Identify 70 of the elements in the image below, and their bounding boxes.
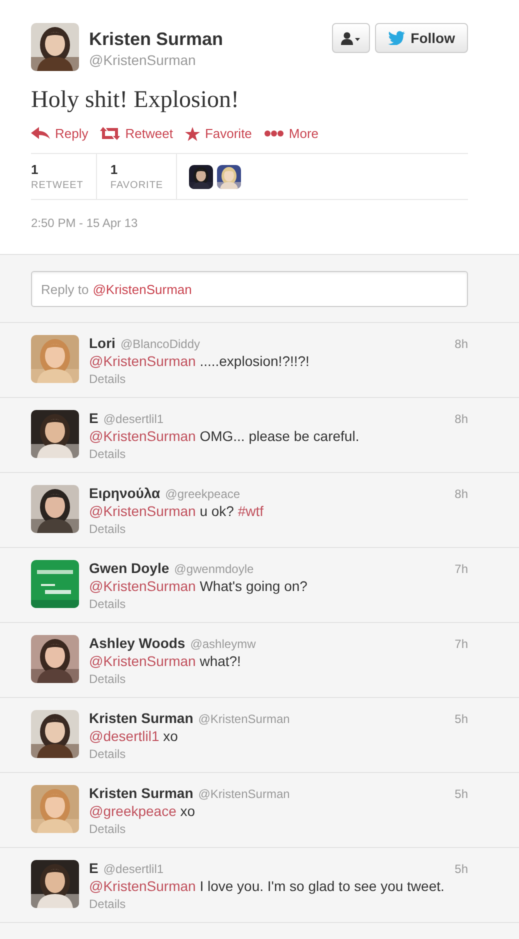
reply-time: 8h [454, 487, 468, 501]
more-dots-icon [264, 130, 284, 137]
reply-time: 8h [454, 412, 468, 426]
star-icon [184, 126, 200, 140]
timestamp: 2:50 PM - 15 Apr 13 [31, 216, 138, 230]
details-link[interactable]: Details [89, 597, 126, 611]
mention-link[interactable]: @KristenSurman [89, 653, 196, 669]
user-handle: @gwenmdoyle [174, 562, 254, 576]
user-name: Gwen Doyle [89, 560, 170, 576]
user-name: Ashley Woods [89, 635, 186, 651]
user-name: E [89, 860, 98, 876]
user-name: Kristen Surman [89, 710, 194, 726]
details-link[interactable]: Details [89, 897, 126, 911]
person-caret-icon [340, 32, 361, 44]
reply-time: 8h [454, 337, 468, 351]
mention-link[interactable]: @KristenSurman [89, 353, 196, 369]
stat-count: 1 [110, 162, 119, 177]
reply-text: @KristenSurman I love you. I'm so glad to see you tweet. [89, 878, 446, 894]
retweet-icon [100, 127, 120, 140]
favorite-link[interactable]: Favorite [184, 126, 252, 141]
details-link[interactable]: Details [89, 672, 126, 686]
tweet-text: Holy shit! Explosion! [31, 87, 240, 114]
user-menu-button[interactable] [332, 23, 370, 53]
reply-time: 7h [454, 637, 468, 651]
reply-text: @KristenSurman What's going on? [89, 578, 308, 594]
reply-text: @greekpeace xo [89, 803, 196, 819]
stat-count: 1 [31, 162, 40, 177]
details-link[interactable]: Details [89, 372, 126, 386]
user-handle: @KristenSurman [198, 712, 290, 726]
mention-link[interactable]: @desertlil1 [89, 728, 160, 744]
stat-label: FAVORITE [110, 180, 164, 191]
reply-text: @KristenSurman u ok? #wtf [89, 503, 265, 519]
retweet-link[interactable]: Retweet [100, 126, 173, 141]
user-name: Lori [89, 335, 116, 351]
author-name: Kristen Surman [89, 29, 224, 50]
reply-text: @desertlil1 xo [89, 728, 179, 744]
reply-link[interactable]: Reply [31, 126, 88, 141]
details-link[interactable]: Details [89, 822, 126, 836]
user-name: E [89, 410, 98, 426]
user-handle: @desertlil1 [103, 412, 164, 426]
reply-text: @KristenSurman OMG... please be careful. [89, 428, 360, 444]
mention-link[interactable]: @KristenSurman [89, 428, 196, 444]
reply-time: 5h [454, 862, 468, 876]
bird-icon [388, 31, 405, 45]
reply-text: @KristenSurman what?! [89, 653, 242, 669]
user-handle: @greekpeace [165, 487, 240, 501]
details-link[interactable]: Details [89, 747, 126, 761]
details-link[interactable]: Details [89, 447, 126, 461]
reply-text: @KristenSurman .....explosion!?!!?! [89, 353, 310, 369]
mention-link[interactable]: @KristenSurman [89, 878, 196, 894]
mention-link[interactable]: @KristenSurman [89, 578, 196, 594]
details-link[interactable]: Details [89, 522, 126, 536]
reply-field[interactable]: Reply to @KristenSurman [31, 271, 468, 307]
hashtag-link[interactable]: #wtf [238, 503, 264, 519]
author-handle: @KristenSurman [89, 52, 197, 68]
reply-time: 7h [454, 562, 468, 576]
more-link[interactable]: More [264, 126, 319, 141]
stat-label: RETWEET [31, 180, 84, 191]
user-name: Ειρηνούλα [89, 485, 160, 501]
user-handle: @BlancoDiddy [120, 337, 200, 351]
follow-button[interactable]: Follow [374, 23, 468, 53]
mention-link[interactable]: @greekpeace [89, 803, 176, 819]
reply-time: 5h [454, 787, 468, 801]
reply-time: 5h [454, 712, 468, 726]
user-name: Kristen Surman [89, 785, 194, 801]
reply-arrow-icon [31, 127, 50, 140]
user-handle: @KristenSurman [198, 787, 290, 801]
user-handle: @desertlil1 [103, 862, 164, 876]
user-handle: @ashleymw [190, 637, 256, 651]
mention-link[interactable]: @KristenSurman [89, 503, 196, 519]
